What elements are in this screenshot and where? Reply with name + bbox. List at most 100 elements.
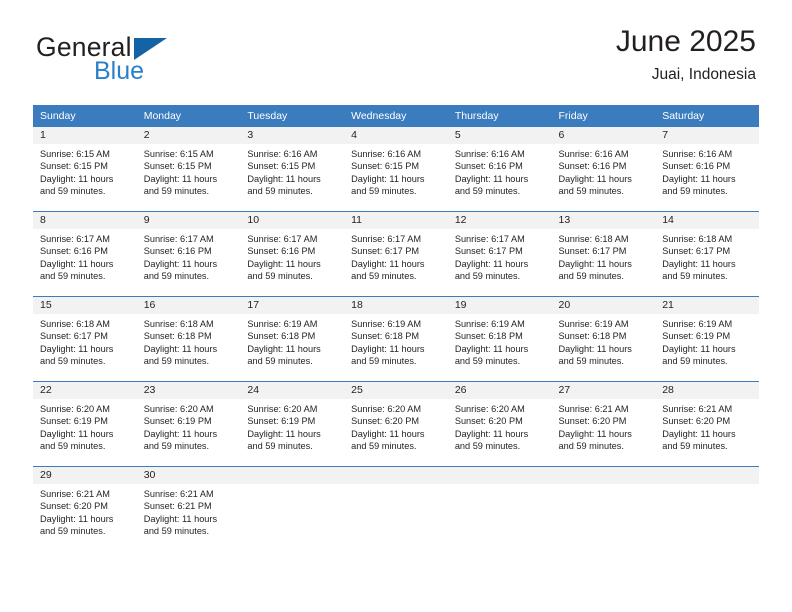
- daylight-text-line1: Daylight: 11 hours: [454, 173, 529, 184]
- day-cell[interactable]: 7 Sunrise: 6:16 AM Sunset: 6:16 PM Dayli…: [655, 127, 759, 212]
- daylight-text-line1: Daylight: 11 hours: [143, 173, 218, 184]
- sunrise-text: Sunrise: 6:17 AM: [454, 234, 525, 244]
- day-number: 18: [344, 297, 448, 314]
- daylight-text-line1: Daylight: 11 hours: [662, 428, 736, 439]
- daylight-text-line1: Daylight: 11 hours: [351, 258, 425, 269]
- day-number: 3: [240, 127, 345, 144]
- day-cell[interactable]: 26 Sunrise: 6:20 AM Sunset: 6:20 PM Dayl…: [447, 381, 552, 467]
- weekday-header-wednesday: Wednesday: [344, 105, 448, 127]
- day-cell[interactable]: 5 Sunrise: 6:16 AM Sunset: 6:16 PM Dayli…: [447, 127, 552, 212]
- daylight-text-line2: and 59 minutes.: [662, 440, 728, 451]
- daylight-text-line1: Daylight: 11 hours: [143, 428, 218, 439]
- day-cell[interactable]: 29 Sunrise: 6:21 AM Sunset: 6:20 PM Dayl…: [33, 466, 137, 551]
- day-cell[interactable]: 13 Sunrise: 6:18 AM Sunset: 6:17 PM Dayl…: [551, 211, 656, 297]
- day-number: 17: [240, 297, 345, 314]
- day-number: 29: [33, 467, 137, 484]
- sunset-text: Sunset: 6:17 PM: [351, 246, 420, 257]
- daylight-text-line2: and 59 minutes.: [454, 185, 521, 196]
- daylight-text-line1: Daylight: 11 hours: [143, 343, 218, 354]
- sunrise-text: Sunrise: 6:17 AM: [351, 234, 422, 244]
- day-cell[interactable]: 2 Sunrise: 6:15 AM Sunset: 6:15 PM Dayli…: [136, 127, 241, 212]
- daylight-text-line1: Daylight: 11 hours: [558, 258, 632, 269]
- day-cell[interactable]: 25 Sunrise: 6:20 AM Sunset: 6:20 PM Dayl…: [344, 381, 448, 467]
- day-details: Sunrise: 6:20 AM Sunset: 6:20 PM Dayligh…: [448, 399, 552, 452]
- day-cell[interactable]: 3 Sunrise: 6:16 AM Sunset: 6:15 PM Dayli…: [240, 127, 345, 212]
- day-cell[interactable]: 10 Sunrise: 6:17 AM Sunset: 6:16 PM Dayl…: [240, 211, 345, 297]
- day-cell[interactable]: 18 Sunrise: 6:19 AM Sunset: 6:18 PM Dayl…: [344, 296, 448, 382]
- day-details: Sunrise: 6:17 AM Sunset: 6:16 PM Dayligh…: [137, 229, 241, 282]
- daylight-text-line2: and 59 minutes.: [40, 355, 106, 366]
- sunrise-text: Sunrise: 6:19 AM: [247, 319, 318, 329]
- day-number: 22: [33, 382, 137, 399]
- day-number: [655, 467, 759, 484]
- sunset-text: Sunset: 6:17 PM: [454, 246, 523, 257]
- day-details: Sunrise: 6:21 AM Sunset: 6:20 PM Dayligh…: [33, 484, 137, 537]
- day-cell[interactable]: 14 Sunrise: 6:18 AM Sunset: 6:17 PM Dayl…: [655, 211, 759, 297]
- day-cell[interactable]: 11 Sunrise: 6:17 AM Sunset: 6:17 PM Dayl…: [344, 211, 448, 297]
- day-number: 12: [447, 212, 552, 229]
- day-cell-empty: [240, 466, 345, 551]
- day-cell[interactable]: 27 Sunrise: 6:21 AM Sunset: 6:20 PM Dayl…: [551, 381, 656, 467]
- daylight-text-line2: and 59 minutes.: [558, 185, 624, 196]
- day-cell[interactable]: 4 Sunrise: 6:16 AM Sunset: 6:15 PM Dayli…: [344, 127, 448, 212]
- daylight-text-line2: and 59 minutes.: [247, 270, 313, 281]
- day-number: 8: [33, 212, 137, 229]
- daylight-text-line2: and 59 minutes.: [454, 440, 521, 451]
- day-number: [240, 467, 345, 484]
- day-cell[interactable]: 22 Sunrise: 6:20 AM Sunset: 6:19 PM Dayl…: [33, 381, 137, 467]
- day-cell[interactable]: 9 Sunrise: 6:17 AM Sunset: 6:16 PM Dayli…: [136, 211, 241, 297]
- day-cell[interactable]: 20 Sunrise: 6:19 AM Sunset: 6:18 PM Dayl…: [551, 296, 656, 382]
- daylight-text-line1: Daylight: 11 hours: [558, 428, 632, 439]
- day-cell[interactable]: 28 Sunrise: 6:21 AM Sunset: 6:20 PM Dayl…: [655, 381, 759, 467]
- day-cell[interactable]: 6 Sunrise: 6:16 AM Sunset: 6:16 PM Dayli…: [551, 127, 656, 212]
- day-number: 16: [136, 297, 241, 314]
- sunrise-text: Sunrise: 6:21 AM: [662, 404, 733, 414]
- daylight-text-line2: and 59 minutes.: [662, 355, 728, 366]
- daylight-text-line1: Daylight: 11 hours: [454, 258, 529, 269]
- day-cell[interactable]: 30 Sunrise: 6:21 AM Sunset: 6:21 PM Dayl…: [136, 466, 241, 551]
- day-details: Sunrise: 6:19 AM Sunset: 6:18 PM Dayligh…: [552, 314, 656, 367]
- daylight-text-line2: and 59 minutes.: [40, 525, 106, 536]
- day-cell[interactable]: 8 Sunrise: 6:17 AM Sunset: 6:16 PM Dayli…: [33, 211, 137, 297]
- daylight-text-line1: Daylight: 11 hours: [351, 428, 425, 439]
- daylight-text-line2: and 59 minutes.: [143, 440, 210, 451]
- sunset-text: Sunset: 6:19 PM: [40, 416, 108, 427]
- day-cell[interactable]: 24 Sunrise: 6:20 AM Sunset: 6:19 PM Dayl…: [240, 381, 345, 467]
- daylight-text-line1: Daylight: 11 hours: [454, 343, 529, 354]
- daylight-text-line1: Daylight: 11 hours: [40, 513, 114, 524]
- day-cell-empty: [344, 466, 448, 551]
- day-number: [344, 467, 448, 484]
- day-cell[interactable]: 19 Sunrise: 6:19 AM Sunset: 6:18 PM Dayl…: [447, 296, 552, 382]
- day-cell[interactable]: 1 Sunrise: 6:15 AM Sunset: 6:15 PM Dayli…: [33, 127, 137, 212]
- sunset-text: Sunset: 6:16 PM: [247, 246, 316, 257]
- daylight-text-line2: and 59 minutes.: [40, 270, 106, 281]
- daylight-text-line1: Daylight: 11 hours: [247, 343, 321, 354]
- daylight-text-line2: and 59 minutes.: [351, 440, 417, 451]
- sunrise-text: Sunrise: 6:17 AM: [40, 234, 110, 244]
- day-cell[interactable]: 17 Sunrise: 6:19 AM Sunset: 6:18 PM Dayl…: [240, 296, 345, 382]
- sunrise-text: Sunrise: 6:18 AM: [558, 234, 629, 244]
- day-cell[interactable]: 12 Sunrise: 6:17 AM Sunset: 6:17 PM Dayl…: [447, 211, 552, 297]
- day-number: 25: [344, 382, 448, 399]
- weekday-header-tuesday: Tuesday: [240, 105, 345, 127]
- calendar-table: Sunday Monday Tuesday Wednesday Thursday…: [33, 105, 759, 551]
- sunset-text: Sunset: 6:15 PM: [143, 161, 212, 172]
- day-number: [447, 467, 552, 484]
- day-details: Sunrise: 6:18 AM Sunset: 6:17 PM Dayligh…: [655, 229, 759, 282]
- day-details: Sunrise: 6:17 AM Sunset: 6:17 PM Dayligh…: [344, 229, 448, 282]
- day-cell[interactable]: 21 Sunrise: 6:19 AM Sunset: 6:19 PM Dayl…: [655, 296, 759, 382]
- daylight-text-line1: Daylight: 11 hours: [143, 513, 218, 524]
- day-number: 10: [240, 212, 345, 229]
- page-header: General Blue June 2025 Juai, Indonesia: [0, 26, 792, 98]
- sunrise-text: Sunrise: 6:20 AM: [40, 404, 110, 414]
- day-details: Sunrise: 6:20 AM Sunset: 6:19 PM Dayligh…: [33, 399, 137, 452]
- week-row: 8 Sunrise: 6:17 AM Sunset: 6:16 PM Dayli…: [33, 211, 759, 297]
- general-blue-logo[interactable]: General Blue: [36, 34, 256, 92]
- daylight-text-line1: Daylight: 11 hours: [662, 173, 736, 184]
- sunrise-text: Sunrise: 6:17 AM: [247, 234, 318, 244]
- day-details: Sunrise: 6:16 AM Sunset: 6:16 PM Dayligh…: [655, 144, 759, 197]
- day-details: Sunrise: 6:21 AM Sunset: 6:21 PM Dayligh…: [137, 484, 241, 537]
- day-cell[interactable]: 23 Sunrise: 6:20 AM Sunset: 6:19 PM Dayl…: [136, 381, 241, 467]
- day-cell[interactable]: 15 Sunrise: 6:18 AM Sunset: 6:17 PM Dayl…: [33, 296, 137, 382]
- day-cell[interactable]: 16 Sunrise: 6:18 AM Sunset: 6:18 PM Dayl…: [136, 296, 241, 382]
